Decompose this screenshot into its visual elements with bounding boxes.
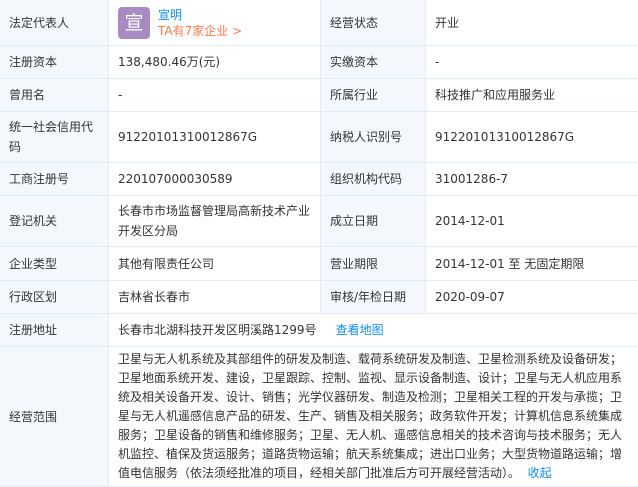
label: 纳税人识别号 — [321, 112, 426, 163]
value: 科技推广和应用服务业 — [426, 79, 638, 112]
label-address: 注册地址 — [0, 314, 109, 347]
label: 成立日期 — [321, 196, 426, 247]
label: 所属行业 — [321, 79, 426, 112]
value: 91220101310012867G — [109, 112, 321, 163]
value: 2014-12-01 至 无固定期限 — [426, 247, 638, 281]
label: 工商注册号 — [0, 163, 109, 196]
value: 吉林省长春市 — [109, 281, 321, 314]
avatar: 宣 — [118, 7, 150, 39]
label: 行政区划 — [0, 281, 109, 314]
label-legal-rep: 法定代表人 — [0, 0, 109, 46]
label: 登记机关 — [0, 196, 109, 247]
value: 2014-12-01 — [426, 196, 638, 247]
label: 组织机构代码 — [321, 163, 426, 196]
value-scope: 卫星与无人机系统及其部组件的研发及制造、载荷系统研发及制造、卫星检测系统及设备研… — [118, 352, 622, 480]
label: 曾用名 — [0, 79, 109, 112]
value: - — [109, 79, 321, 112]
label: 实缴资本 — [321, 46, 426, 79]
value: 其他有限责任公司 — [109, 247, 321, 281]
label: 企业类型 — [0, 247, 109, 281]
label-scope: 经营范围 — [0, 347, 109, 487]
label-status: 经营状态 — [321, 0, 426, 46]
value: - — [426, 46, 638, 79]
related-companies-link[interactable]: TA有7家企业 > — [158, 23, 242, 39]
collapse-link[interactable]: 收起 — [528, 466, 552, 480]
label: 统一社会信用代码 — [0, 112, 109, 163]
label: 注册资本 — [0, 46, 109, 79]
value: 31001286-7 — [426, 163, 638, 196]
value-address: 长春市北湖科技开发区明溪路1299号 — [118, 323, 317, 337]
legal-rep-name-link[interactable]: 宣明 — [158, 7, 242, 23]
value: 220107000030589 — [109, 163, 321, 196]
value: 2020-09-07 — [426, 281, 638, 314]
company-info-table: 法定代表人 宣 宣明 TA有7家企业 > 经营状态 开业 注册资本138,480… — [0, 0, 638, 487]
value: 长春市市场监督管理局高新技术产业开发区分局 — [109, 196, 321, 247]
value: 138,480.46万(元) — [109, 46, 321, 79]
label: 审核/年检日期 — [321, 281, 426, 314]
view-map-link[interactable]: 查看地图 — [336, 323, 384, 337]
label: 营业期限 — [321, 247, 426, 281]
value: 91220101310012867G — [426, 112, 638, 163]
value-status: 开业 — [426, 0, 638, 46]
